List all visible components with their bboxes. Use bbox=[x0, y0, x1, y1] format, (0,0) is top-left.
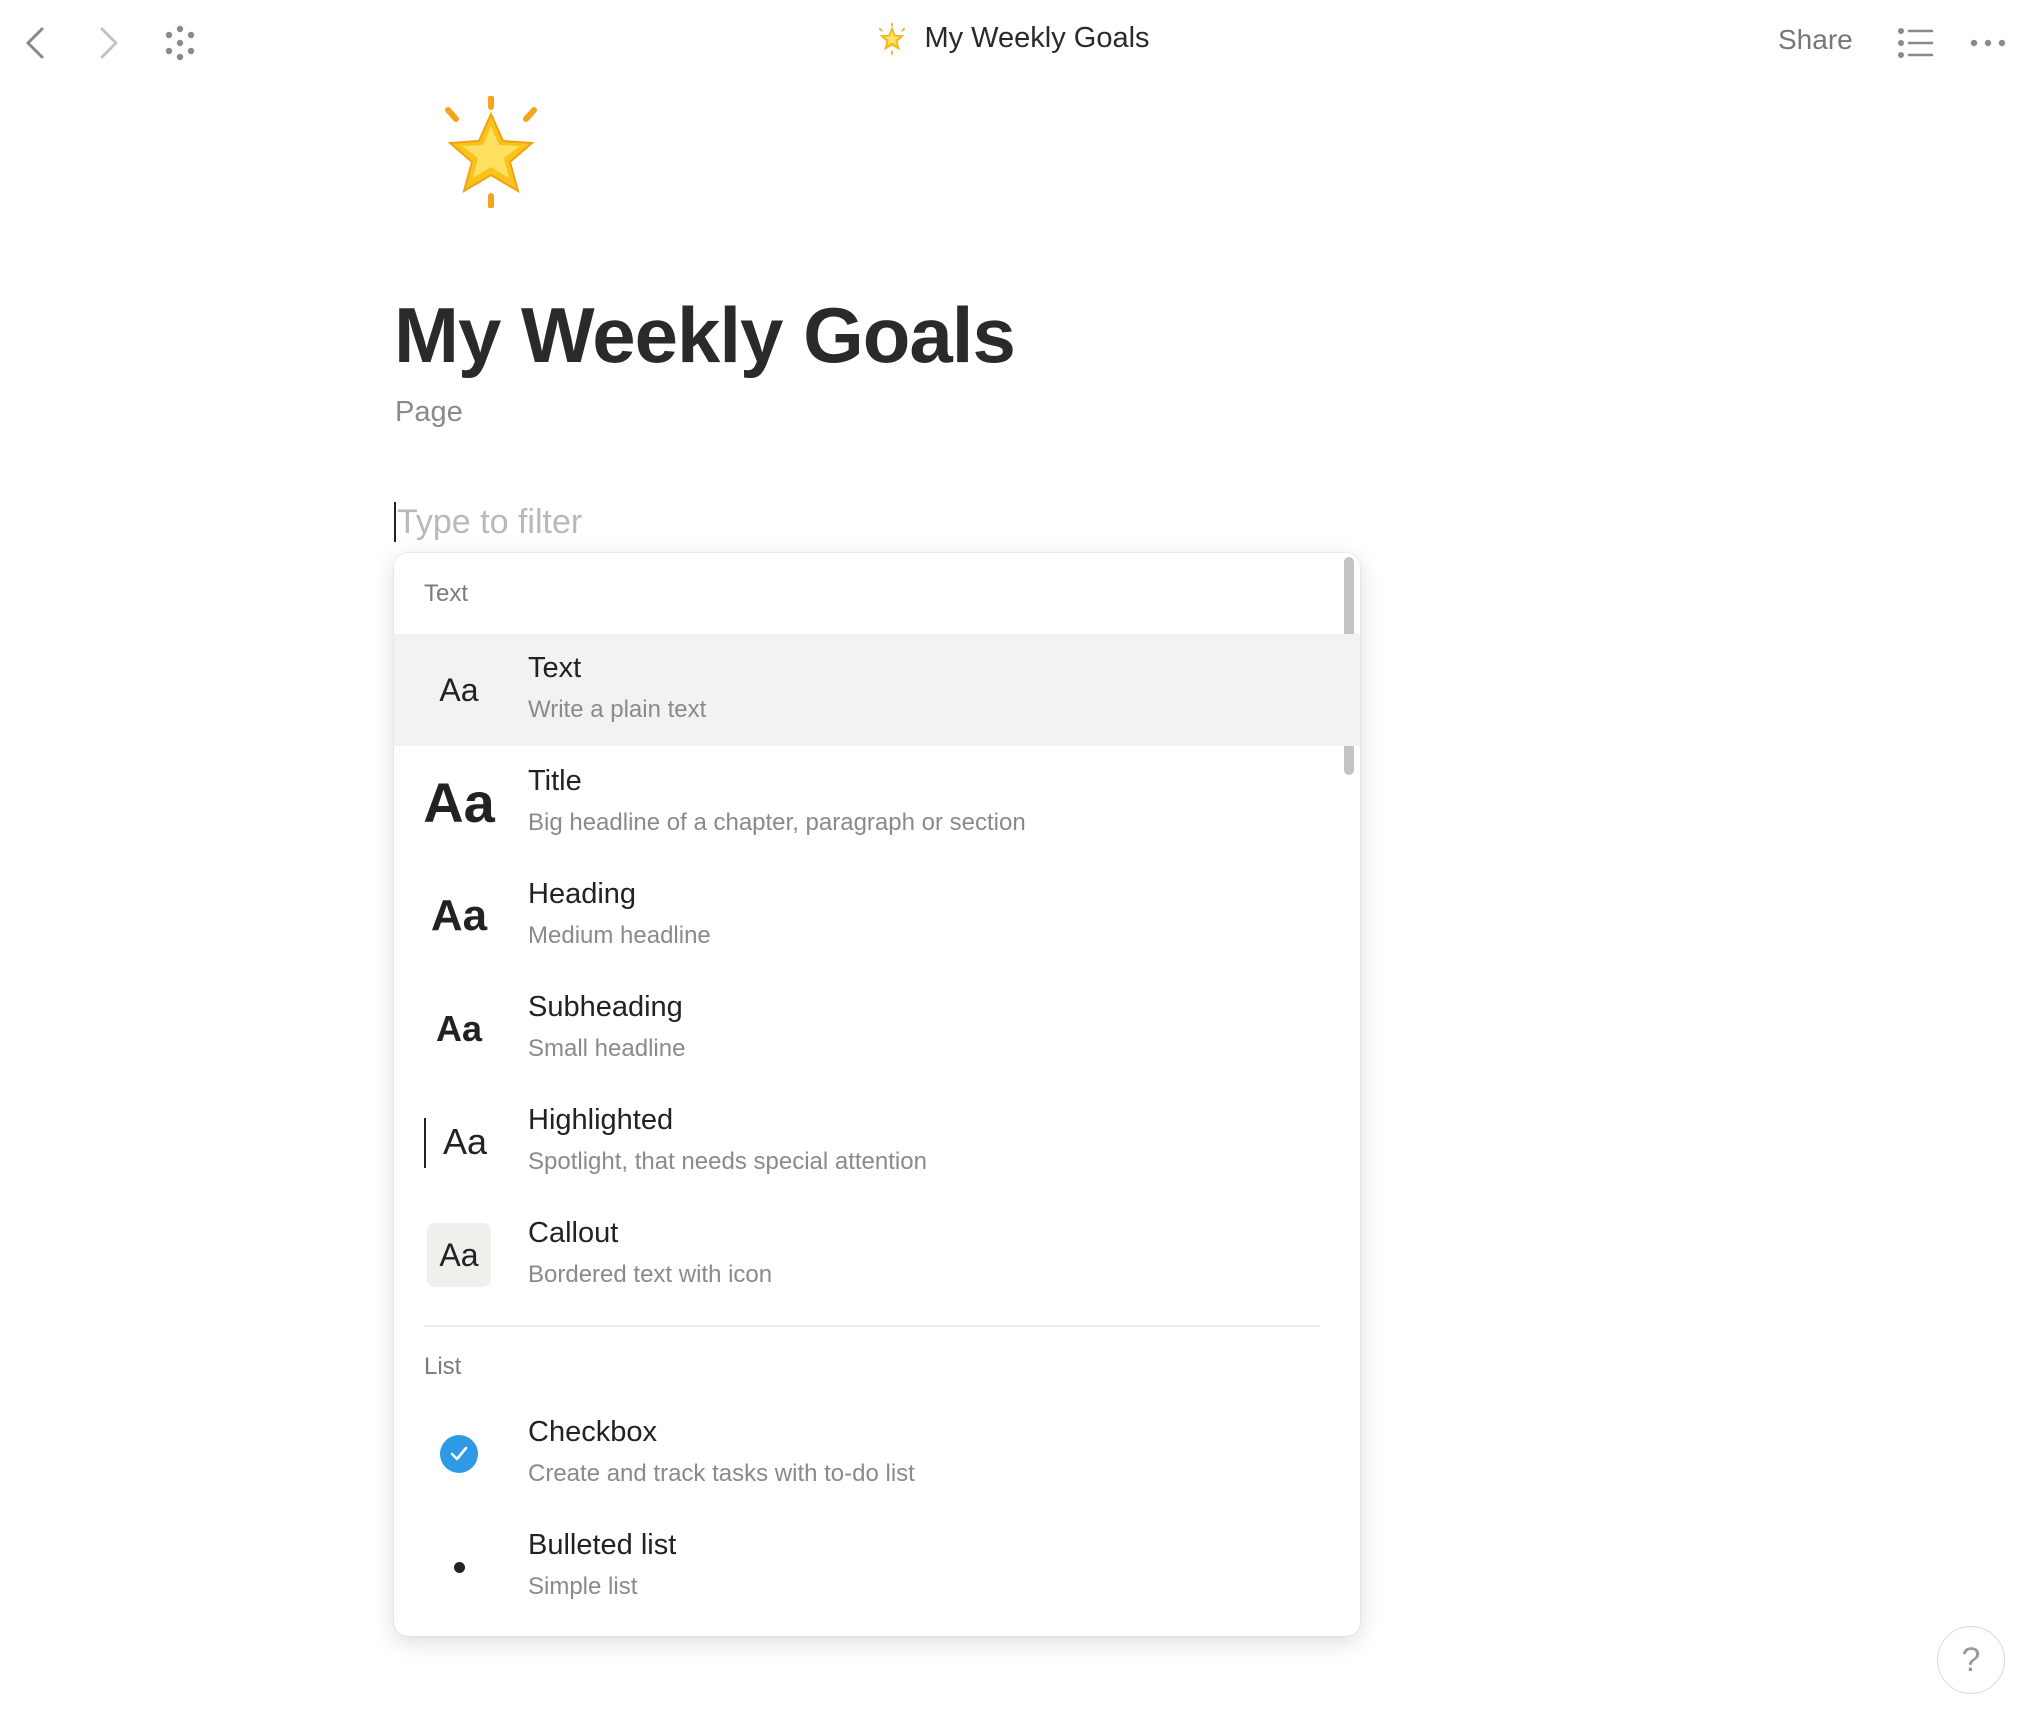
page-title[interactable]: My Weekly Goals bbox=[394, 290, 1016, 381]
more-horizontal-icon[interactable] bbox=[1968, 26, 2008, 60]
menu-item-label: Text bbox=[528, 652, 582, 684]
menu-item-description: Write a plain text bbox=[528, 696, 707, 723]
highlighted-style-icon-glyph: Aa bbox=[442, 1121, 488, 1162]
filter-input[interactable] bbox=[394, 500, 1097, 544]
menu-item-description: Medium headline bbox=[528, 922, 711, 949]
menu-item-description: Big headline of a chapter, paragraph or … bbox=[528, 809, 1026, 836]
menu-item-checkbox[interactable]: Checkbox Create and track tasks with to-… bbox=[394, 1398, 1360, 1510]
menu-item-callout[interactable]: Aa Callout Bordered text with icon bbox=[394, 1199, 1360, 1311]
top-bar: My Weekly Goals Share bbox=[0, 0, 2026, 90]
menu-item-description: Bordered text with icon bbox=[528, 1261, 773, 1288]
text-caret bbox=[394, 502, 396, 542]
block-type-menu: Text Aa Text Write a plain text Aa Title… bbox=[394, 553, 1360, 1636]
section-label-text: Text bbox=[424, 580, 469, 607]
subheading-style-icon-glyph: Aa bbox=[435, 1008, 483, 1049]
glowing-star-icon[interactable] bbox=[436, 96, 546, 208]
filter-field[interactable] bbox=[394, 500, 1097, 544]
text-style-icon-glyph: Aa bbox=[439, 672, 479, 708]
list-icon[interactable] bbox=[1896, 26, 1936, 60]
menu-item-description: Create and track tasks with to-do list bbox=[528, 1460, 915, 1487]
menu-item-subheading[interactable]: Aa Subheading Small headline bbox=[394, 973, 1360, 1085]
menu-item-label: Title bbox=[528, 765, 582, 797]
menu-item-label: Callout bbox=[528, 1217, 619, 1249]
menu-item-label: Subheading bbox=[528, 991, 683, 1023]
menu-item-label: Heading bbox=[528, 878, 637, 910]
menu-item-label: Bulleted list bbox=[528, 1529, 677, 1561]
window-title-text: My Weekly Goals bbox=[924, 22, 1150, 54]
menu-item-description: Spotlight, that needs special attention bbox=[528, 1148, 927, 1175]
highlight-bar bbox=[424, 1118, 426, 1168]
menu-item-heading[interactable]: Aa Heading Medium headline bbox=[394, 860, 1360, 972]
help-button[interactable]: ? bbox=[1937, 1626, 2005, 1694]
menu-item-label: Highlighted bbox=[528, 1104, 674, 1136]
menu-item-label: Checkbox bbox=[528, 1416, 657, 1448]
window-title: My Weekly Goals bbox=[0, 22, 2026, 63]
title-style-icon-glyph: Aa bbox=[423, 771, 495, 834]
menu-item-description: Simple list bbox=[528, 1573, 638, 1600]
checkbox-checked-icon bbox=[424, 1416, 494, 1492]
share-button[interactable]: Share bbox=[1778, 24, 1853, 56]
menu-item-description: Small headline bbox=[528, 1035, 686, 1062]
glowing-star-icon bbox=[879, 22, 906, 55]
editor-window: My Weekly Goals Share My Weekly Goals Pa… bbox=[0, 0, 2026, 1716]
subheading-style-icon: Aa bbox=[424, 991, 494, 1067]
highlighted-style-icon: Aa bbox=[424, 1104, 494, 1180]
menu-item-bulleted-list[interactable]: Bulleted list Simple list bbox=[394, 1511, 1360, 1623]
callout-box: Aa bbox=[427, 1223, 491, 1287]
menu-item-highlighted[interactable]: Aa Highlighted Spotlight, that needs spe… bbox=[394, 1086, 1360, 1198]
title-style-icon: Aa bbox=[423, 765, 495, 841]
menu-item-text[interactable]: Aa Text Write a plain text bbox=[394, 634, 1360, 746]
section-divider bbox=[424, 1325, 1320, 1327]
heading-style-icon: Aa bbox=[424, 878, 494, 954]
section-label-list: List bbox=[424, 1353, 462, 1380]
bullet-icon bbox=[424, 1529, 494, 1605]
callout-style-icon-glyph: Aa bbox=[439, 1237, 479, 1273]
heading-style-icon-glyph: Aa bbox=[430, 891, 488, 940]
text-style-icon: Aa bbox=[424, 652, 494, 728]
menu-item-title[interactable]: Aa Title Big headline of a chapter, para… bbox=[394, 747, 1360, 859]
page-subtitle: Page bbox=[395, 396, 463, 428]
callout-style-icon: Aa bbox=[424, 1217, 494, 1293]
